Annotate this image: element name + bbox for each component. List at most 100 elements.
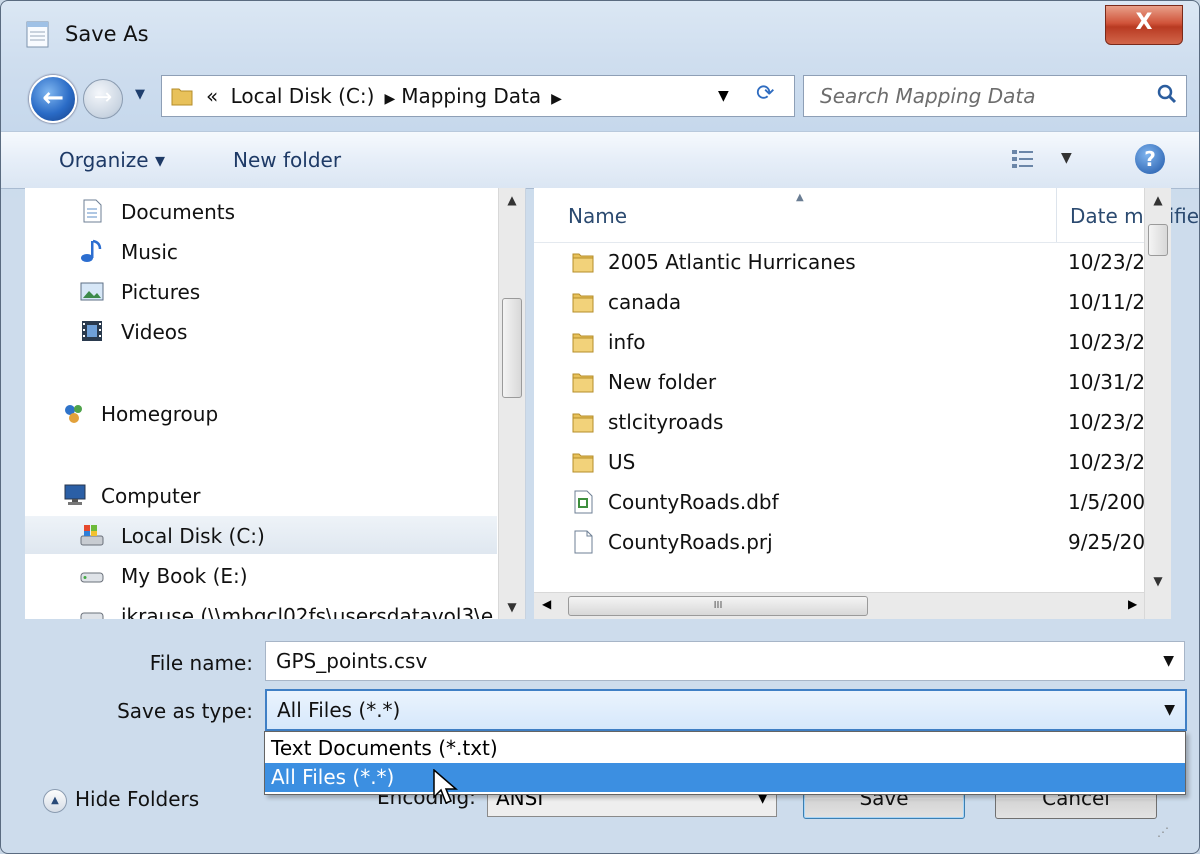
nav-item-label: Pictures	[121, 280, 201, 304]
file-name: CountyRoads.prj	[608, 530, 773, 554]
column-date-modified[interactable]: Date modified	[1070, 204, 1199, 228]
folder-icon	[572, 413, 594, 433]
notepad-icon	[26, 21, 49, 48]
file-row[interactable]: CountyRoads.prj 9/25/2009	[534, 522, 1144, 562]
file-row[interactable]: info 10/23/201	[534, 322, 1144, 362]
network-drive-icon	[80, 612, 104, 619]
chevron-right-icon[interactable]: ▶	[551, 91, 562, 107]
window-title: Save As	[65, 22, 149, 46]
save-as-type-label: Save as type:	[117, 699, 253, 723]
nav-scroll-thumb[interactable]	[502, 298, 522, 398]
file-name-field[interactable]: GPS_points.csv ▼	[265, 641, 1185, 681]
computer-icon	[64, 484, 86, 505]
new-folder-button[interactable]: New folder	[233, 148, 341, 172]
forward-button[interactable]: →	[83, 79, 123, 119]
scroll-up-icon[interactable]: ▲	[499, 188, 525, 212]
save-as-dialog: Save As X ← → ▼ « Local Disk (C:) ▶ Mappin…	[0, 0, 1200, 854]
arrow-right-icon: →	[93, 85, 113, 110]
view-dropdown-icon[interactable]: ▼	[1061, 150, 1072, 166]
file-row[interactable]: US 10/23/201	[534, 442, 1144, 482]
option-all-files[interactable]: All Files (*.*)	[265, 763, 1185, 792]
nav-item-network-drive[interactable]: jkrause (\\mbgcl02fs\usersdatavol3\e	[25, 596, 497, 619]
file-name: US	[608, 450, 636, 474]
local-disk-icon	[80, 525, 104, 546]
file-row[interactable]: CountyRoads.dbf 1/5/2001	[534, 482, 1144, 522]
nav-item-computer[interactable]: Computer	[25, 476, 497, 514]
breadcrumb-overflow[interactable]: «	[206, 84, 218, 108]
file-name-label: File name:	[149, 651, 253, 675]
chevron-right-icon[interactable]: ▶	[384, 91, 395, 107]
folder-icon	[572, 453, 594, 473]
help-icon[interactable]: ?	[1135, 144, 1165, 174]
nav-item-label: Videos	[121, 320, 188, 344]
organize-button[interactable]: Organize ▾	[59, 148, 165, 172]
sort-ascending-icon: ▲	[796, 192, 804, 203]
breadcrumb-mapping-data[interactable]: Mapping Data	[401, 84, 541, 108]
file-name: CountyRoads.dbf	[608, 490, 779, 514]
option-text-documents[interactable]: Text Documents (*.txt)	[265, 734, 1185, 763]
file-row[interactable]: stlcityroads 10/23/201	[534, 402, 1144, 442]
breadcrumb: « Local Disk (C:) ▶ Mapping Data ▶	[206, 84, 568, 108]
nav-item-label: My Book (E:)	[121, 564, 248, 588]
scroll-left-icon[interactable]: ◀	[542, 597, 551, 611]
recent-locations-dropdown[interactable]: ▼	[135, 87, 145, 102]
view-options-icon[interactable]	[1011, 148, 1035, 170]
nav-item-music[interactable]: Music	[25, 232, 497, 270]
save-as-type-dropdown-list: Text Documents (*.txt) All Files (*.*)	[264, 731, 1186, 795]
file-date: 1/5/2001	[1068, 490, 1144, 514]
save-as-type-select[interactable]: All Files (*.*) ▼	[265, 689, 1187, 731]
nav-item-label: Homegroup	[101, 402, 219, 426]
hide-folders-label: Hide Folders	[75, 787, 200, 811]
file-date: 10/23/201	[1068, 330, 1144, 354]
nav-item-videos[interactable]: Videos	[25, 312, 497, 350]
column-name[interactable]: Name	[568, 204, 627, 228]
column-divider[interactable]	[1056, 188, 1057, 242]
nav-item-label: Music	[121, 240, 178, 264]
search-input[interactable]: Search Mapping Data	[820, 84, 1035, 108]
horizontal-scroll-thumb[interactable]: III	[568, 596, 868, 616]
search-box[interactable]: Search Mapping Data	[803, 75, 1187, 117]
chevron-down-icon[interactable]: ▼	[1164, 702, 1175, 718]
document-icon	[83, 199, 102, 223]
file-list: ▲ Name Date modified 2005 Atlantic Hurri…	[534, 188, 1199, 619]
nav-item-pictures[interactable]: Pictures	[25, 272, 497, 310]
music-icon	[81, 239, 102, 262]
file-row[interactable]: New folder 10/31/201	[534, 362, 1144, 402]
scroll-right-icon[interactable]: ▶	[1128, 597, 1137, 611]
pictures-icon	[80, 282, 104, 301]
folder-icon	[572, 333, 594, 353]
scroll-up-icon[interactable]: ▲	[1145, 188, 1171, 212]
nav-item-my-book[interactable]: My Book (E:)	[25, 556, 497, 594]
nav-scrollbar[interactable]: ▲ ▼	[498, 188, 525, 619]
nav-item-homegroup[interactable]: Homegroup	[25, 394, 497, 432]
file-scrollbar[interactable]: ▲ ▼	[1144, 188, 1171, 619]
folder-icon	[572, 253, 594, 273]
hide-folders-button[interactable]: ▲ Hide Folders	[43, 787, 199, 813]
resize-grip-icon[interactable]: ⋰	[1157, 825, 1170, 839]
file-row[interactable]: 2005 Atlantic Hurricanes 10/23/201	[534, 242, 1144, 282]
command-bar: Organize ▾ New folder ▼ ?	[1, 131, 1199, 189]
search-icon[interactable]	[1154, 82, 1180, 108]
scroll-down-icon[interactable]: ▼	[1145, 569, 1171, 593]
title-bar: Save As X	[1, 1, 1199, 65]
breadcrumb-local-disk[interactable]: Local Disk (C:)	[231, 84, 375, 108]
file-row[interactable]: canada 10/11/201	[534, 282, 1144, 322]
nav-item-label: Computer	[101, 484, 201, 508]
save-as-type-value: All Files (*.*)	[277, 698, 401, 722]
nav-item-local-disk[interactable]: Local Disk (C:)	[25, 516, 497, 554]
nav-item-documents[interactable]: Documents	[25, 192, 497, 230]
folder-icon	[572, 373, 594, 393]
scroll-down-icon[interactable]: ▼	[499, 595, 525, 619]
address-bar[interactable]: « Local Disk (C:) ▶ Mapping Data ▶ ▼ ⟳	[161, 75, 795, 117]
folder-icon	[572, 293, 594, 313]
refresh-icon[interactable]: ⟳	[756, 81, 774, 106]
horizontal-scrollbar[interactable]: ◀ III ▶	[534, 592, 1144, 619]
back-button[interactable]: ←	[29, 75, 77, 123]
file-scroll-thumb[interactable]	[1148, 224, 1168, 256]
address-dropdown-icon[interactable]: ▼	[718, 88, 729, 104]
file-name: 2005 Atlantic Hurricanes	[608, 250, 856, 274]
file-name-input[interactable]: GPS_points.csv	[276, 649, 427, 673]
chevron-down-icon[interactable]: ▼	[1163, 653, 1174, 669]
drive-icon	[80, 572, 104, 583]
close-button[interactable]: X	[1105, 5, 1183, 45]
